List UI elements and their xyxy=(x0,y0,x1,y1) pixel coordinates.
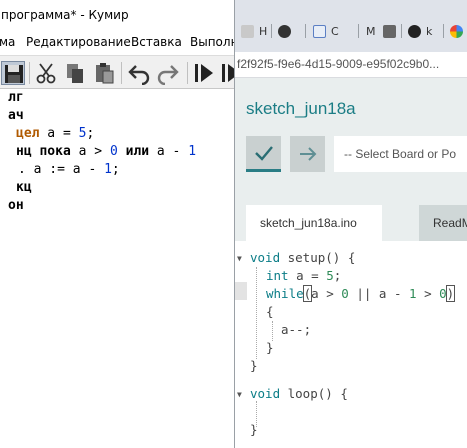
kumir-code-editor[interactable]: лг ач цел a = 5; нц пока a > 0 или a - 1… xyxy=(0,89,234,448)
code-line: он xyxy=(8,198,24,213)
redo-icon[interactable] xyxy=(156,61,180,86)
board-select[interactable]: -- Select Board or Po xyxy=(334,136,467,172)
bug-icon xyxy=(278,24,291,38)
run-icon[interactable] xyxy=(192,61,216,85)
code-line: a--; xyxy=(281,322,312,337)
code-line: void setup() { xyxy=(250,250,356,265)
kumir-window: программа* - Кумир ма Редактирование Вст… xyxy=(0,0,234,448)
url-text: f2f92f5-f9e6-4d15-9009-e95f02c9b0... xyxy=(237,57,440,71)
code-line: кц xyxy=(16,180,32,195)
browser-tab[interactable] xyxy=(450,20,467,42)
window-title: программа* - Кумир xyxy=(0,0,234,31)
paste-icon[interactable] xyxy=(92,61,116,85)
browser-tab-audio[interactable] xyxy=(383,20,401,42)
toolbar xyxy=(0,55,234,89)
github-icon xyxy=(408,24,421,38)
arduino-code-editor[interactable]: ▼ ▼ void setup() { int a = 5; while(a > … xyxy=(235,241,467,448)
google-icon xyxy=(450,24,463,38)
code-line: } xyxy=(266,340,274,355)
code-line: } xyxy=(250,422,258,437)
browser-tab[interactable]: М xyxy=(366,20,376,42)
menu-edit[interactable]: Редактирование xyxy=(26,35,131,49)
code-line: void loop() { xyxy=(250,386,348,401)
cut-icon[interactable] xyxy=(34,61,58,85)
page-icon xyxy=(241,24,254,38)
code-line: лг xyxy=(8,90,24,105)
file-tab-readme[interactable]: ReadM xyxy=(419,205,467,241)
browser-tab[interactable]: С xyxy=(313,20,339,42)
step-icon[interactable] xyxy=(219,61,234,85)
browser-tab[interactable]: k xyxy=(408,20,432,42)
browser-tab[interactable]: Н xyxy=(241,20,267,42)
code-line: нц пока a > 0 или a - 1 xyxy=(16,144,197,159)
browser-window: Н С М k f2f92f5-f9e6-4d15-9009-e95f02c9b… xyxy=(234,0,467,448)
code-line: } xyxy=(250,358,258,373)
undo-icon[interactable] xyxy=(127,61,151,86)
code-line: while(a > 0 || a - 1 > 0) xyxy=(266,285,456,302)
browser-tab[interactable] xyxy=(278,20,296,42)
fold-arrow-icon[interactable]: ▼ xyxy=(237,390,242,399)
doc-icon xyxy=(313,24,326,38)
fold-gutter xyxy=(235,241,247,448)
arduino-header: sketch_jun18a -- Select Board or Po xyxy=(235,78,467,205)
verify-button[interactable] xyxy=(246,136,281,172)
menu-bar: ма Редактирование Вставка Выполн xyxy=(0,31,234,53)
arrow-right-icon xyxy=(299,147,316,161)
browser-tab-strip: Н С М k xyxy=(235,0,467,52)
check-icon xyxy=(254,145,273,161)
save-icon[interactable] xyxy=(1,61,25,85)
menu-run[interactable]: Выполн xyxy=(190,35,234,49)
code-line: цел a = 5; xyxy=(16,126,95,141)
code-line: . a := a - 1; xyxy=(18,162,120,177)
code-line: int a = 5; xyxy=(266,268,342,283)
sketch-title[interactable]: sketch_jun18a xyxy=(246,99,356,119)
code-line: { xyxy=(266,304,274,319)
menu-insert[interactable]: Вставка xyxy=(131,35,182,49)
file-tabs: sketch_jun18a.ino ReadM xyxy=(235,205,467,241)
menu-file[interactable]: ма xyxy=(0,35,15,49)
file-tab-ino[interactable]: sketch_jun18a.ino xyxy=(246,205,382,241)
upload-button[interactable] xyxy=(290,136,325,172)
fold-arrow-icon[interactable]: ▼ xyxy=(237,254,242,263)
copy-icon[interactable] xyxy=(63,61,87,85)
speaker-icon xyxy=(383,24,396,38)
address-bar[interactable]: f2f92f5-f9e6-4d15-9009-e95f02c9b0... xyxy=(235,52,467,78)
code-line: ач xyxy=(8,108,24,123)
